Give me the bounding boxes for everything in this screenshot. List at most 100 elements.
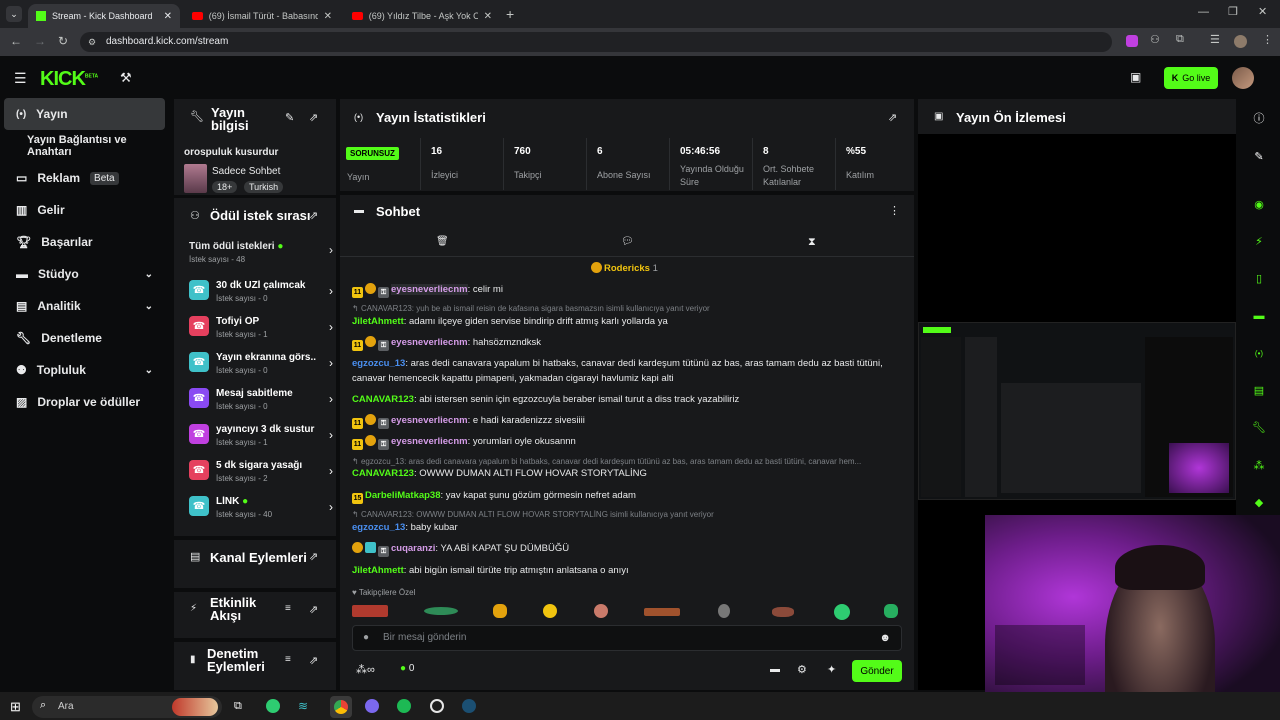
emote-icon[interactable]: [594, 604, 608, 618]
tab-youtube-2[interactable]: (69) Yıldız Tilbe - Aşk Yok Olmak✕: [344, 4, 500, 28]
close-icon[interactable]: ✕: [478, 11, 492, 22]
extensions-puzzle-icon[interactable]: ⧉: [1176, 33, 1184, 46]
whatsapp-icon[interactable]: [266, 699, 280, 713]
chat-username[interactable]: eyesneverliecnm: [391, 415, 468, 426]
popout-icon[interactable]: ⇗: [309, 111, 318, 124]
reward-item[interactable]: ☎ 30 dk UZİ çalımcak İstek sayısı - 0 ›: [183, 278, 333, 310]
stats-icon[interactable]: ◉: [1246, 191, 1272, 217]
sidebar-item-droplar[interactable]: ▨ Droplar ve ödüller: [4, 386, 165, 418]
restore-icon[interactable]: ❐: [1228, 5, 1238, 18]
chat-username[interactable]: JiletAhmett: [352, 316, 404, 327]
chat-message[interactable]: CANAVAR123: abi istersen senin için egzo…: [352, 392, 902, 407]
minimize-icon[interactable]: —: [1198, 6, 1209, 18]
sidebar-item-denetleme[interactable]: 🔧︎ Denetleme: [4, 322, 165, 354]
popout-icon[interactable]: ⇗: [309, 603, 318, 616]
creator-tools-icon[interactable]: ⚒: [120, 70, 132, 86]
chat-message[interactable]: 11 ⚿ eyesneverliecnm: e hadi karadenizzz s…: [352, 413, 902, 429]
chat-username[interactable]: eyesneverliecnm: [391, 436, 468, 447]
chat-username[interactable]: egzozcu_13: [352, 358, 405, 369]
chat-username[interactable]: DarbeliMatkap38: [365, 490, 441, 501]
trash-icon[interactable]: 🗑︎: [436, 236, 449, 247]
chat-username[interactable]: eyesneverliecnm: [391, 337, 468, 348]
broadcast-icon[interactable]: (•): [1246, 340, 1272, 366]
task-view-icon[interactable]: ⧉: [234, 700, 242, 713]
emote-icon[interactable]: [352, 605, 388, 617]
taskbar-search[interactable]: ⌕ Ara: [32, 696, 222, 718]
chat-message[interactable]: JiletAhmett: abi bigün ismail türüte tri…: [352, 563, 902, 578]
forward-icon[interactable]: →: [34, 34, 46, 48]
pinned-gifter[interactable]: Rodericks 1: [591, 262, 658, 274]
document-icon[interactable]: ▯: [1246, 265, 1272, 291]
reading-list-icon[interactable]: ☰: [1210, 33, 1220, 46]
user-avatar[interactable]: [1232, 67, 1254, 89]
reload-icon[interactable]: ↻: [58, 34, 68, 48]
chat-icon[interactable]: ▬: [1246, 303, 1272, 329]
back-icon[interactable]: ←: [10, 34, 22, 48]
chat-username[interactable]: eyesneverliecnm: [391, 284, 468, 295]
chat-message[interactable]: egzozcu_13: baby kubar: [352, 520, 902, 535]
reward-item[interactable]: ☎ Yayın ekranına görs... İstek sayısı - 0 ›: [183, 350, 333, 382]
windows-start-icon[interactable]: ⊞: [10, 699, 21, 715]
emote-icon[interactable]: [718, 604, 730, 618]
hourglass-icon[interactable]: ⧗: [808, 236, 816, 249]
settings-gear-icon[interactable]: ⚙: [797, 663, 807, 676]
site-info-icon[interactable]: ⚙: [88, 32, 96, 52]
reward-item[interactable]: ☎ Mesaj sabitleme İstek sayısı - 0 ›: [183, 386, 333, 418]
send-button[interactable]: Gönder: [852, 660, 902, 682]
shield-icon[interactable]: ◆: [1246, 489, 1272, 515]
tab-youtube-1[interactable]: (69) İsmail Türüt - Babasından Ha✕: [184, 4, 340, 28]
emote-icon[interactable]: [424, 607, 458, 615]
chat-username[interactable]: CANAVAR123: [352, 468, 414, 479]
chat-message[interactable]: egzozcu_13: aras dedi canavara yapalum b…: [352, 356, 902, 386]
emote-picker-icon[interactable]: ✦: [827, 663, 836, 676]
popout-icon[interactable]: ⇗: [888, 111, 897, 124]
reward-item[interactable]: ☎ Tofiyi ÖP İstek sayısı - 1 ›: [183, 314, 333, 346]
spotify-icon[interactable]: [397, 699, 411, 713]
app-icon[interactable]: ≋: [298, 699, 308, 713]
kick-logo[interactable]: KICKBETA: [40, 68, 98, 91]
lightning-icon[interactable]: ⚡︎: [1246, 228, 1272, 254]
sidebar-item-yayin[interactable]: (•) Yayın: [4, 98, 165, 130]
sidebar-item-reklam[interactable]: ▭ Reklam Beta: [4, 162, 165, 194]
hamburger-menu-icon[interactable]: ☰: [14, 70, 27, 87]
chat-input[interactable]: ● Bir mesaj gönderin ☻: [352, 625, 902, 651]
steam-icon[interactable]: [462, 699, 476, 713]
tab-list-icon[interactable]: ⌄: [6, 6, 22, 22]
reward-item[interactable]: ☎ yayıncıyı 3 dk sustur İstek sayısı - 1 ›: [183, 422, 333, 454]
chat-bubble-icon[interactable]: ▬: [770, 664, 780, 675]
sidebar-item-stream-key[interactable]: Yayın Bağlantısı ve Anahtarı: [4, 130, 165, 162]
chat-username[interactable]: egzozcu_13: [352, 522, 405, 533]
all-rewards-row[interactable]: Tüm ödül istekleri ● İstek sayısı - 48 ›: [183, 238, 333, 268]
info-icon[interactable]: ⓘ: [1246, 105, 1272, 131]
emote-icon[interactable]: [884, 604, 898, 618]
popout-icon[interactable]: ⇗: [309, 209, 318, 222]
chat-username[interactable]: cuqaranzi: [391, 543, 435, 554]
chat-message[interactable]: 11 ⚿ eyesneverliecnm: celir mi: [352, 282, 902, 298]
filter-icon[interactable]: ≡: [285, 603, 291, 614]
browser-menu-icon[interactable]: ⋮: [1262, 33, 1273, 46]
chat-message[interactable]: 15 DarbeliMatkap38: yav kapat şunu gözüm …: [352, 488, 902, 504]
tab-kick-dashboard[interactable]: Stream - Kick Dashboard ✕: [28, 4, 180, 28]
emoji-icon[interactable]: ☻: [879, 626, 891, 650]
go-live-button[interactable]: K Go live: [1164, 67, 1218, 89]
chat-message[interactable]: 11 ⚿ eyesneverliecnm: hahsözmzndksk: [352, 335, 902, 351]
emote-icon[interactable]: [644, 608, 680, 616]
extension-icon[interactable]: ⚇: [1150, 33, 1160, 46]
chat-message[interactable]: 11 ⚿ eyesneverliecnm: yorumlari oyle okusa…: [352, 434, 902, 450]
emote-icon[interactable]: [834, 604, 850, 620]
multistream-icon[interactable]: ▣: [1130, 70, 1141, 84]
rewards-icon[interactable]: ⁂: [1246, 452, 1272, 478]
sidebar-item-analitik[interactable]: ▤ Analitik ⌄: [4, 290, 165, 322]
more-options-icon[interactable]: ⋮: [889, 204, 900, 217]
edit-pencil-icon[interactable]: ✎: [1246, 143, 1272, 169]
reward-item[interactable]: ☎ 5 dk sigara yasağı İstek sayısı - 2 ›: [183, 458, 333, 490]
profile-avatar[interactable]: [1234, 35, 1247, 48]
filter-icon[interactable]: ≡: [285, 654, 291, 665]
discord-icon[interactable]: [365, 699, 379, 713]
window-close-icon[interactable]: ✕: [1258, 5, 1267, 18]
obs-icon[interactable]: [430, 699, 444, 713]
sidebar-item-studyo[interactable]: ▬ Stüdyo ⌄: [4, 258, 165, 290]
emote-icon[interactable]: [772, 607, 794, 617]
chat-username[interactable]: CANAVAR123: [352, 394, 414, 405]
infinity-icon[interactable]: ⁂∞: [356, 663, 375, 676]
